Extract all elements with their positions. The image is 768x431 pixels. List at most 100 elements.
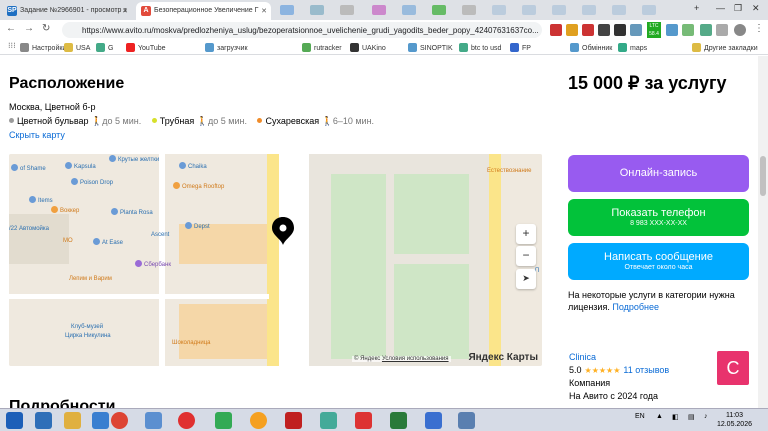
new-tab-icon[interactable]: + — [694, 3, 699, 13]
online-booking-button[interactable]: Онлайн-запись — [568, 155, 749, 192]
menu-icon[interactable]: ⋮ — [754, 23, 764, 34]
license-more-link[interactable]: Подробнее — [612, 302, 659, 312]
reload-icon[interactable]: ↻ — [42, 23, 50, 34]
collapsed-tab-icon[interactable] — [340, 5, 354, 15]
bookmark-google[interactable]: G — [96, 43, 113, 52]
extension-icon[interactable] — [630, 24, 642, 36]
tray-icon[interactable]: ◧ — [672, 413, 679, 421]
app-icon[interactable] — [92, 412, 109, 429]
bookmark-other[interactable]: Другие закладки — [692, 43, 758, 52]
map-poi[interactable]: At Ease — [93, 238, 123, 246]
map-poi[interactable]: Poison Drop — [71, 178, 113, 186]
bookmark-downloader[interactable]: загрузчик — [205, 43, 248, 52]
zoom-out-button[interactable]: − — [516, 246, 536, 266]
chrome-icon[interactable] — [111, 412, 128, 429]
map-poi[interactable]: Крутые желтки — [109, 155, 159, 163]
bookmark-uakino[interactable]: UAKino — [350, 43, 386, 52]
extension-icon[interactable] — [598, 24, 610, 36]
extension-icon[interactable] — [700, 24, 712, 36]
extension-icon[interactable] — [566, 24, 578, 36]
map-poi[interactable]: Сбербанк — [135, 260, 171, 268]
collapsed-tab-icon[interactable] — [492, 5, 506, 15]
tray-arrow-icon[interactable]: ▲ — [656, 413, 663, 420]
bookmark-exchanger[interactable]: Обмінник — [570, 43, 612, 52]
collapsed-tab-icon[interactable] — [582, 5, 596, 15]
yandex-browser-icon[interactable] — [178, 412, 195, 429]
collapsed-tab-icon[interactable] — [310, 5, 324, 15]
folder-icon[interactable] — [64, 412, 81, 429]
map-poi[interactable]: Воккер — [51, 206, 79, 214]
hide-map-link[interactable]: Скрыть карту — [9, 130, 65, 140]
map-poi[interactable]: Естествознание — [487, 168, 532, 174]
bookmark-usa[interactable]: USA — [64, 43, 90, 52]
collapsed-tab-icon[interactable] — [432, 5, 446, 15]
app-icon[interactable] — [215, 412, 232, 429]
volume-icon[interactable]: ♪ — [704, 413, 708, 420]
map-poi[interactable]: Ascent — [151, 232, 169, 238]
network-icon[interactable]: ▤ — [688, 413, 695, 421]
bookmark-youtube[interactable]: YouTube — [126, 43, 166, 52]
bookmark-btc[interactable]: btc to usd — [459, 43, 501, 52]
back-icon[interactable]: ← — [6, 23, 16, 34]
app-icon[interactable] — [35, 412, 52, 429]
zoom-in-button[interactable]: + — [516, 224, 536, 244]
ltc-badge[interactable]: LTC 58.4 — [647, 22, 661, 38]
map-poi[interactable]: Kapsula — [65, 162, 96, 170]
app-icon[interactable] — [390, 412, 407, 429]
app-icon[interactable] — [458, 412, 475, 429]
app-icon[interactable] — [355, 412, 372, 429]
collapsed-tab-icon[interactable] — [522, 5, 536, 15]
collapsed-tab-icon[interactable] — [642, 5, 656, 15]
bookmark-rutracker[interactable]: rutracker — [302, 43, 342, 52]
tab-avito[interactable]: A Безоперационное Увеличение Г ✕ — [136, 2, 271, 20]
geolocation-button[interactable]: ➤ — [516, 269, 536, 289]
apps-icon[interactable]: ⁝⁝⁝ — [8, 41, 16, 50]
map-poi[interactable]: of Shame — [11, 164, 46, 172]
extension-icon[interactable] — [550, 24, 562, 36]
close-tab-icon[interactable]: ✕ — [122, 7, 128, 15]
collapsed-tab-icon[interactable] — [372, 5, 386, 15]
map-poi[interactable]: Лепим и Варим — [69, 276, 112, 282]
map-poi[interactable]: Planta Rosa — [111, 208, 153, 216]
yandex-maps-logo[interactable]: Яндекс Карты — [468, 352, 538, 363]
map-poi[interactable]: Chaika — [179, 162, 207, 170]
app-icon[interactable] — [145, 412, 162, 429]
collapsed-tab-icon[interactable] — [462, 5, 476, 15]
close-window-icon[interactable]: ✕ — [752, 3, 760, 14]
bookmark-maps[interactable]: maps — [618, 43, 647, 52]
scrollbar-thumb[interactable] — [760, 156, 766, 196]
media-player-icon[interactable] — [250, 412, 267, 429]
map-poi[interactable]: Depst — [185, 222, 210, 230]
map-poi[interactable]: Items — [29, 196, 53, 204]
close-tab-icon[interactable]: ✕ — [261, 7, 267, 15]
extension-icon[interactable] — [666, 24, 678, 36]
taskbar-clock[interactable]: 11:03 12.05.2026 — [717, 411, 752, 429]
bookmark-fp[interactable]: FP — [510, 43, 531, 52]
app-icon[interactable] — [425, 412, 442, 429]
seller-name[interactable]: Clinica — [569, 352, 669, 362]
extension-icon[interactable] — [614, 24, 626, 36]
extensions-icon[interactable] — [716, 24, 728, 36]
extension-icon[interactable] — [682, 24, 694, 36]
page-scrollbar[interactable] — [758, 56, 768, 408]
bookmark-settings[interactable]: Настройки — [20, 43, 66, 52]
maximize-icon[interactable]: ❐ — [734, 3, 742, 14]
start-icon[interactable] — [6, 412, 23, 429]
language-indicator[interactable]: EN — [635, 413, 645, 420]
map-poi[interactable]: Цирка Никулина — [65, 333, 111, 339]
terms-link[interactable]: Условия использования — [382, 356, 449, 362]
write-message-button[interactable]: Написать сообщение Отвечает около часа — [568, 243, 749, 280]
profile-avatar[interactable] — [734, 24, 746, 36]
show-phone-button[interactable]: Показать телефон 8 983 XXX-XX-XX — [568, 199, 749, 236]
extension-icon[interactable] — [582, 24, 594, 36]
reviews-link[interactable]: 11 отзывов — [623, 365, 669, 375]
map-poi[interactable]: Omega Rooftop — [173, 182, 224, 190]
bookmark-sinoptik[interactable]: SINOPTIK — [408, 43, 453, 52]
collapsed-tab-icon[interactable] — [612, 5, 626, 15]
forward-icon[interactable]: → — [24, 23, 34, 34]
tab-task[interactable]: SP Задание №2966901 - просмотр з ✕ — [2, 2, 132, 20]
map-poi[interactable]: MO — [63, 238, 73, 244]
map-poi[interactable]: Шоколадница — [172, 340, 211, 346]
map-poi[interactable]: Клуб-музей — [71, 324, 103, 330]
map-widget[interactable]: of Shame Крутые желтки Chaika Kapsula Po… — [9, 154, 542, 366]
